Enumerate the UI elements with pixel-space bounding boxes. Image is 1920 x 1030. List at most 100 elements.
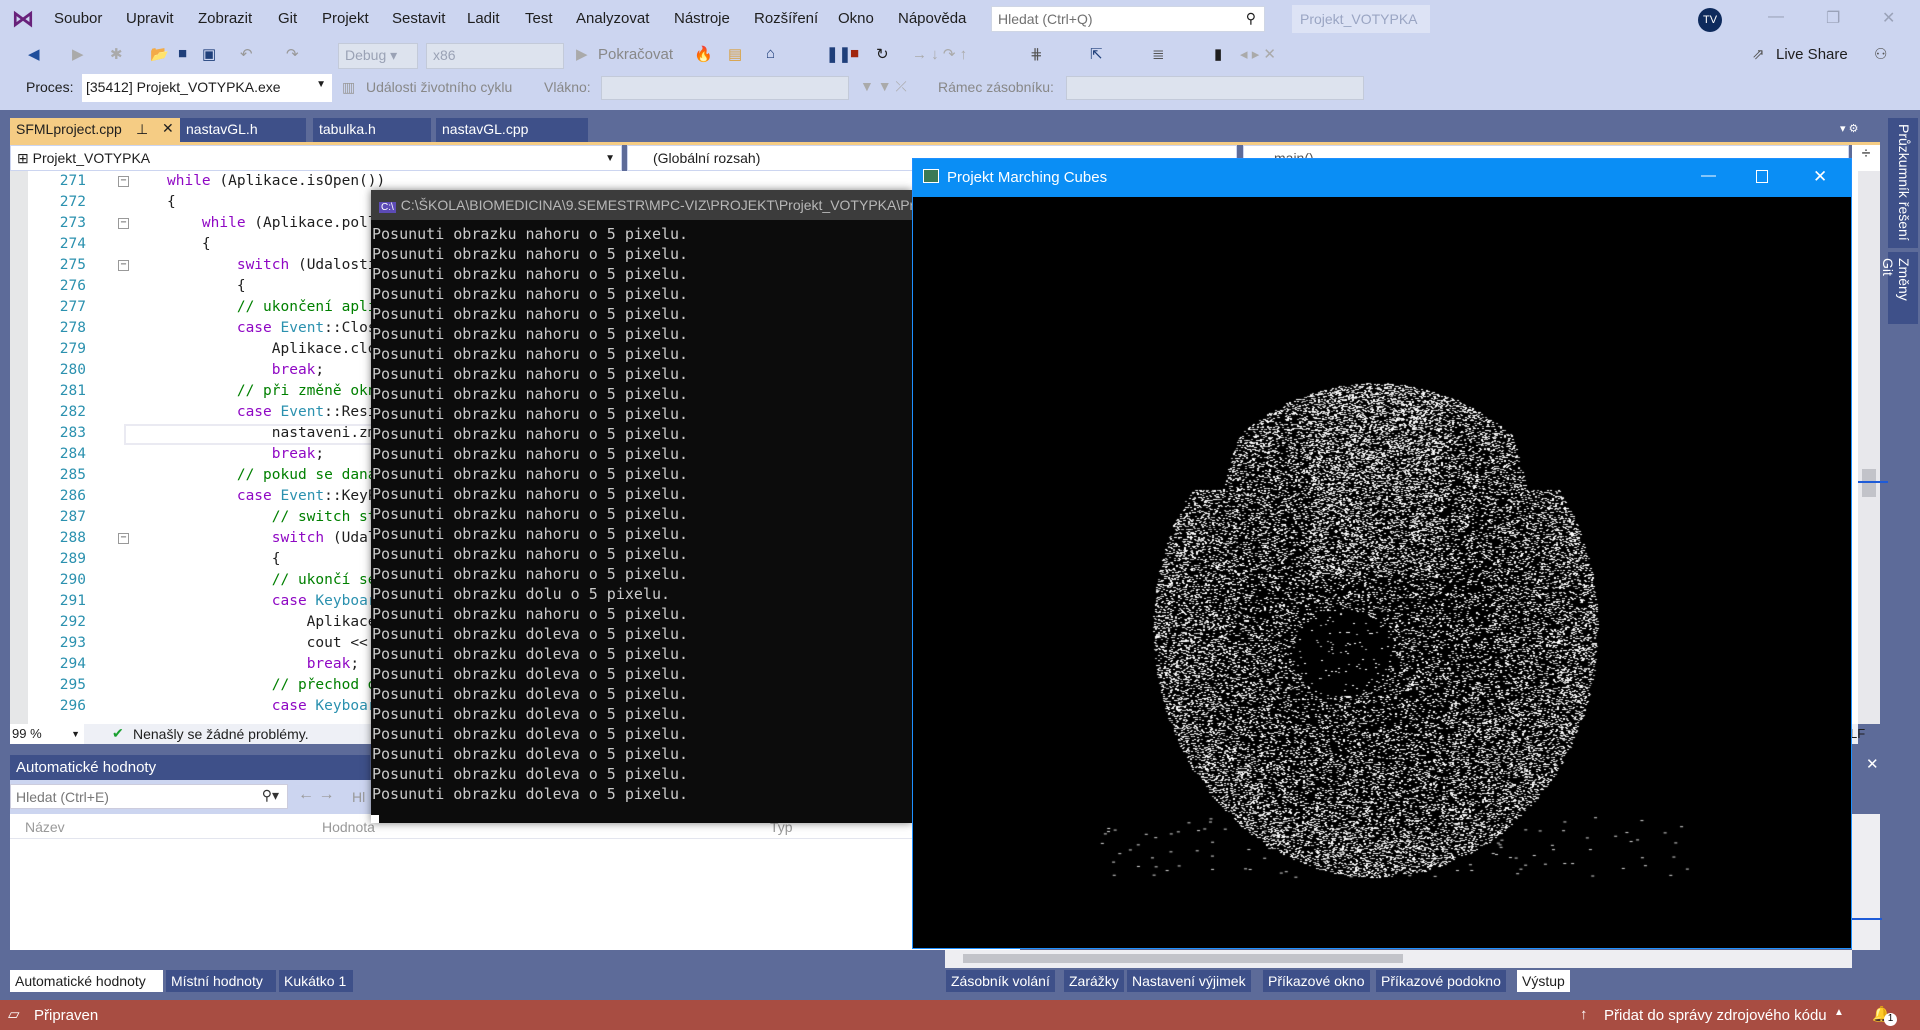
line-number: 295 bbox=[59, 677, 86, 693]
hot-reload-icon[interactable]: 🔥 bbox=[694, 45, 713, 63]
side-tab-solution-explorer[interactable]: Průzkumník řešení bbox=[1888, 118, 1918, 248]
menu-nastroje[interactable]: Nástroje bbox=[674, 10, 730, 27]
console-window[interactable]: C:\ C:\ŠKOLA\BIOMEDICINA\9.SEMESTR\MPC-VI… bbox=[371, 190, 912, 823]
redo-icon[interactable]: ↷ bbox=[286, 45, 299, 63]
close-tab-icon[interactable]: ✕ bbox=[162, 120, 174, 137]
menu-okno[interactable]: Okno bbox=[838, 10, 874, 27]
platform-dropdown[interactable]: x86 bbox=[426, 43, 564, 69]
save-all-icon[interactable]: ▣ bbox=[202, 45, 216, 63]
threads-icon[interactable]: ⋕ bbox=[1030, 45, 1043, 63]
user-avatar[interactable]: TV bbox=[1698, 8, 1722, 32]
menu-ladit[interactable]: Ladit bbox=[467, 10, 500, 27]
tab-locals[interactable]: Místní hodnoty bbox=[166, 970, 276, 992]
collapse-icon[interactable]: − bbox=[118, 260, 129, 271]
bookmark-nav-icon[interactable]: ◂ ▸ ✕ bbox=[1240, 45, 1276, 63]
tab-exception-settings[interactable]: Nastavení výjimek bbox=[1127, 970, 1251, 992]
live-share-button[interactable]: Live Share bbox=[1776, 46, 1848, 63]
output-scrollbar[interactable] bbox=[1852, 814, 1882, 950]
pause-icon[interactable]: ❚❚ bbox=[826, 45, 851, 63]
line-number: 277 bbox=[59, 299, 86, 315]
tab-overflow-icon[interactable]: ▾ ⚙ bbox=[1840, 122, 1858, 135]
add-to-source-control-button[interactable]: Přidat do správy zdrojového kódu bbox=[1604, 1007, 1827, 1024]
menu-rozsireni[interactable]: Rozšíření bbox=[754, 10, 818, 27]
close-icon[interactable]: ✕ bbox=[1882, 8, 1895, 28]
issues-status[interactable]: Nenašly se žádné problémy. bbox=[133, 726, 309, 742]
bookmark-icon[interactable]: ▮ bbox=[1214, 45, 1222, 63]
search-nav-arrows-icon[interactable]: ← → bbox=[298, 786, 334, 804]
collapse-icon[interactable]: − bbox=[118, 176, 129, 187]
split-editor-icon[interactable]: ÷ bbox=[1852, 145, 1880, 171]
editor-vertical-scrollbar[interactable] bbox=[1858, 171, 1888, 724]
find-folder-icon[interactable]: ▤ bbox=[728, 45, 742, 63]
tab-nastavgl-h[interactable]: nastavGL.h bbox=[180, 118, 306, 142]
cursor-icon[interactable]: ⇱ bbox=[1090, 45, 1103, 63]
restore-icon[interactable]: ❐ bbox=[1826, 8, 1840, 28]
new-item-icon[interactable]: ✱ bbox=[110, 45, 123, 63]
back-icon[interactable]: ◀ bbox=[28, 45, 40, 63]
tab-breakpoints[interactable]: Zarážky bbox=[1064, 970, 1124, 992]
tab-output[interactable]: Výstup bbox=[1517, 970, 1570, 992]
tab-command-window[interactable]: Příkazové okno bbox=[1263, 970, 1370, 992]
thread-dropdown[interactable] bbox=[601, 76, 849, 100]
tab-immediate-window[interactable]: Příkazové podokno bbox=[1376, 970, 1506, 992]
menu-test[interactable]: Test bbox=[525, 10, 553, 27]
live-share-icon[interactable]: ⇗ bbox=[1752, 45, 1765, 63]
screenshot-icon[interactable]: ⌂ bbox=[766, 45, 775, 62]
marching-cubes-window[interactable]: Projekt Marching Cubes — ✕ bbox=[912, 158, 1852, 949]
minimize-icon[interactable]: — bbox=[1768, 8, 1784, 26]
menu-projekt[interactable]: Projekt bbox=[322, 10, 369, 27]
tab-label: SFMLproject.cpp bbox=[16, 121, 122, 137]
render-close-icon[interactable]: ✕ bbox=[1813, 167, 1827, 187]
console-line: Posunuti obrazku doleva o 5 pixelu. bbox=[372, 685, 689, 703]
open-folder-icon[interactable]: 📂 bbox=[150, 45, 169, 63]
close-panel-icon[interactable]: ✕ bbox=[1866, 755, 1879, 773]
column-value[interactable]: Hodnota bbox=[322, 819, 375, 835]
save-icon[interactable]: ■ bbox=[178, 45, 187, 62]
forward-icon[interactable]: ▶ bbox=[72, 45, 84, 63]
tab-nastavgl-cpp[interactable]: nastavGL.cpp bbox=[436, 118, 588, 142]
tab-tabulka-h[interactable]: tabulka.h bbox=[313, 118, 431, 142]
pin-icon[interactable]: ⊥ bbox=[136, 121, 148, 138]
render-minimize-icon[interactable]: — bbox=[1701, 167, 1716, 184]
collapse-icon[interactable]: − bbox=[118, 533, 129, 544]
menu-upravit[interactable]: Upravit bbox=[126, 10, 174, 27]
indent-icon[interactable]: ≣ bbox=[1152, 45, 1165, 63]
autos-search-input[interactable]: Hledat (Ctrl+E) ⚲▾ bbox=[10, 784, 288, 809]
tab-watch-1[interactable]: Kukátko 1 bbox=[279, 970, 353, 992]
code-line[interactable]: 271 − while (Aplikace.isOpen()) bbox=[10, 171, 910, 192]
continue-button[interactable]: Pokračovat bbox=[598, 46, 673, 63]
filter-icon[interactable]: ▼ ▼ ⤫ bbox=[860, 78, 907, 95]
global-search-input[interactable]: Hledat (Ctrl+Q) ⚲ bbox=[991, 6, 1265, 32]
search-icon: ⚲ bbox=[1245, 10, 1256, 26]
step-icon[interactable]: → ↓ ↷ ↑ bbox=[912, 45, 967, 63]
feedback-icon[interactable]: ⚇ bbox=[1874, 45, 1887, 63]
column-name[interactable]: Název bbox=[25, 819, 65, 835]
lifecycle-events-button[interactable]: Události životního cyklu bbox=[366, 79, 512, 95]
menu-zobrazit[interactable]: Zobrazit bbox=[198, 10, 252, 27]
restart-icon[interactable]: ↻ bbox=[876, 45, 889, 63]
process-dropdown[interactable]: [35412] Projekt_VOTYPKA.exe ▼ bbox=[82, 74, 332, 102]
collapse-icon[interactable]: − bbox=[118, 218, 129, 229]
render-maximize-icon[interactable] bbox=[1756, 170, 1768, 183]
stack-frame-dropdown[interactable] bbox=[1066, 76, 1364, 100]
menu-soubor[interactable]: Soubor bbox=[54, 10, 102, 27]
render-title-bar[interactable]: Projekt Marching Cubes — ✕ bbox=[913, 159, 1851, 197]
project-dropdown[interactable]: ⊞ Projekt_VOTYPKA ▼ bbox=[10, 145, 622, 171]
output-horizontal-scrollbar[interactable] bbox=[945, 950, 1852, 968]
tab-sfmlproject-cpp[interactable]: SFMLproject.cpp ⊥ ✕ bbox=[10, 118, 180, 142]
skull-volume-render[interactable] bbox=[913, 197, 1851, 948]
undo-icon[interactable]: ↶ bbox=[240, 45, 253, 63]
side-tab-git-changes[interactable]: Změny Git bbox=[1880, 252, 1918, 324]
menu-git[interactable]: Git bbox=[278, 10, 297, 27]
menu-sestavit[interactable]: Sestavit bbox=[392, 10, 445, 27]
menu-napoveda[interactable]: Nápověda bbox=[898, 10, 966, 27]
stop-icon[interactable]: ■ bbox=[850, 45, 859, 62]
configuration-dropdown[interactable]: Debug ▾ bbox=[338, 43, 418, 69]
play-icon[interactable]: ▶ bbox=[576, 45, 588, 63]
tab-autos[interactable]: Automatické hodnoty bbox=[10, 970, 163, 992]
tab-call-stack[interactable]: Zásobník volání bbox=[946, 970, 1055, 992]
console-title-bar[interactable]: C:\ C:\ŠKOLA\BIOMEDICINA\9.SEMESTR\MPC-VI… bbox=[371, 190, 912, 220]
menu-analyzovat[interactable]: Analyzovat bbox=[576, 10, 649, 27]
line-ending[interactable]: LF bbox=[1850, 726, 1865, 741]
zoom-dropdown[interactable]: 99 % ▼ bbox=[10, 724, 84, 744]
